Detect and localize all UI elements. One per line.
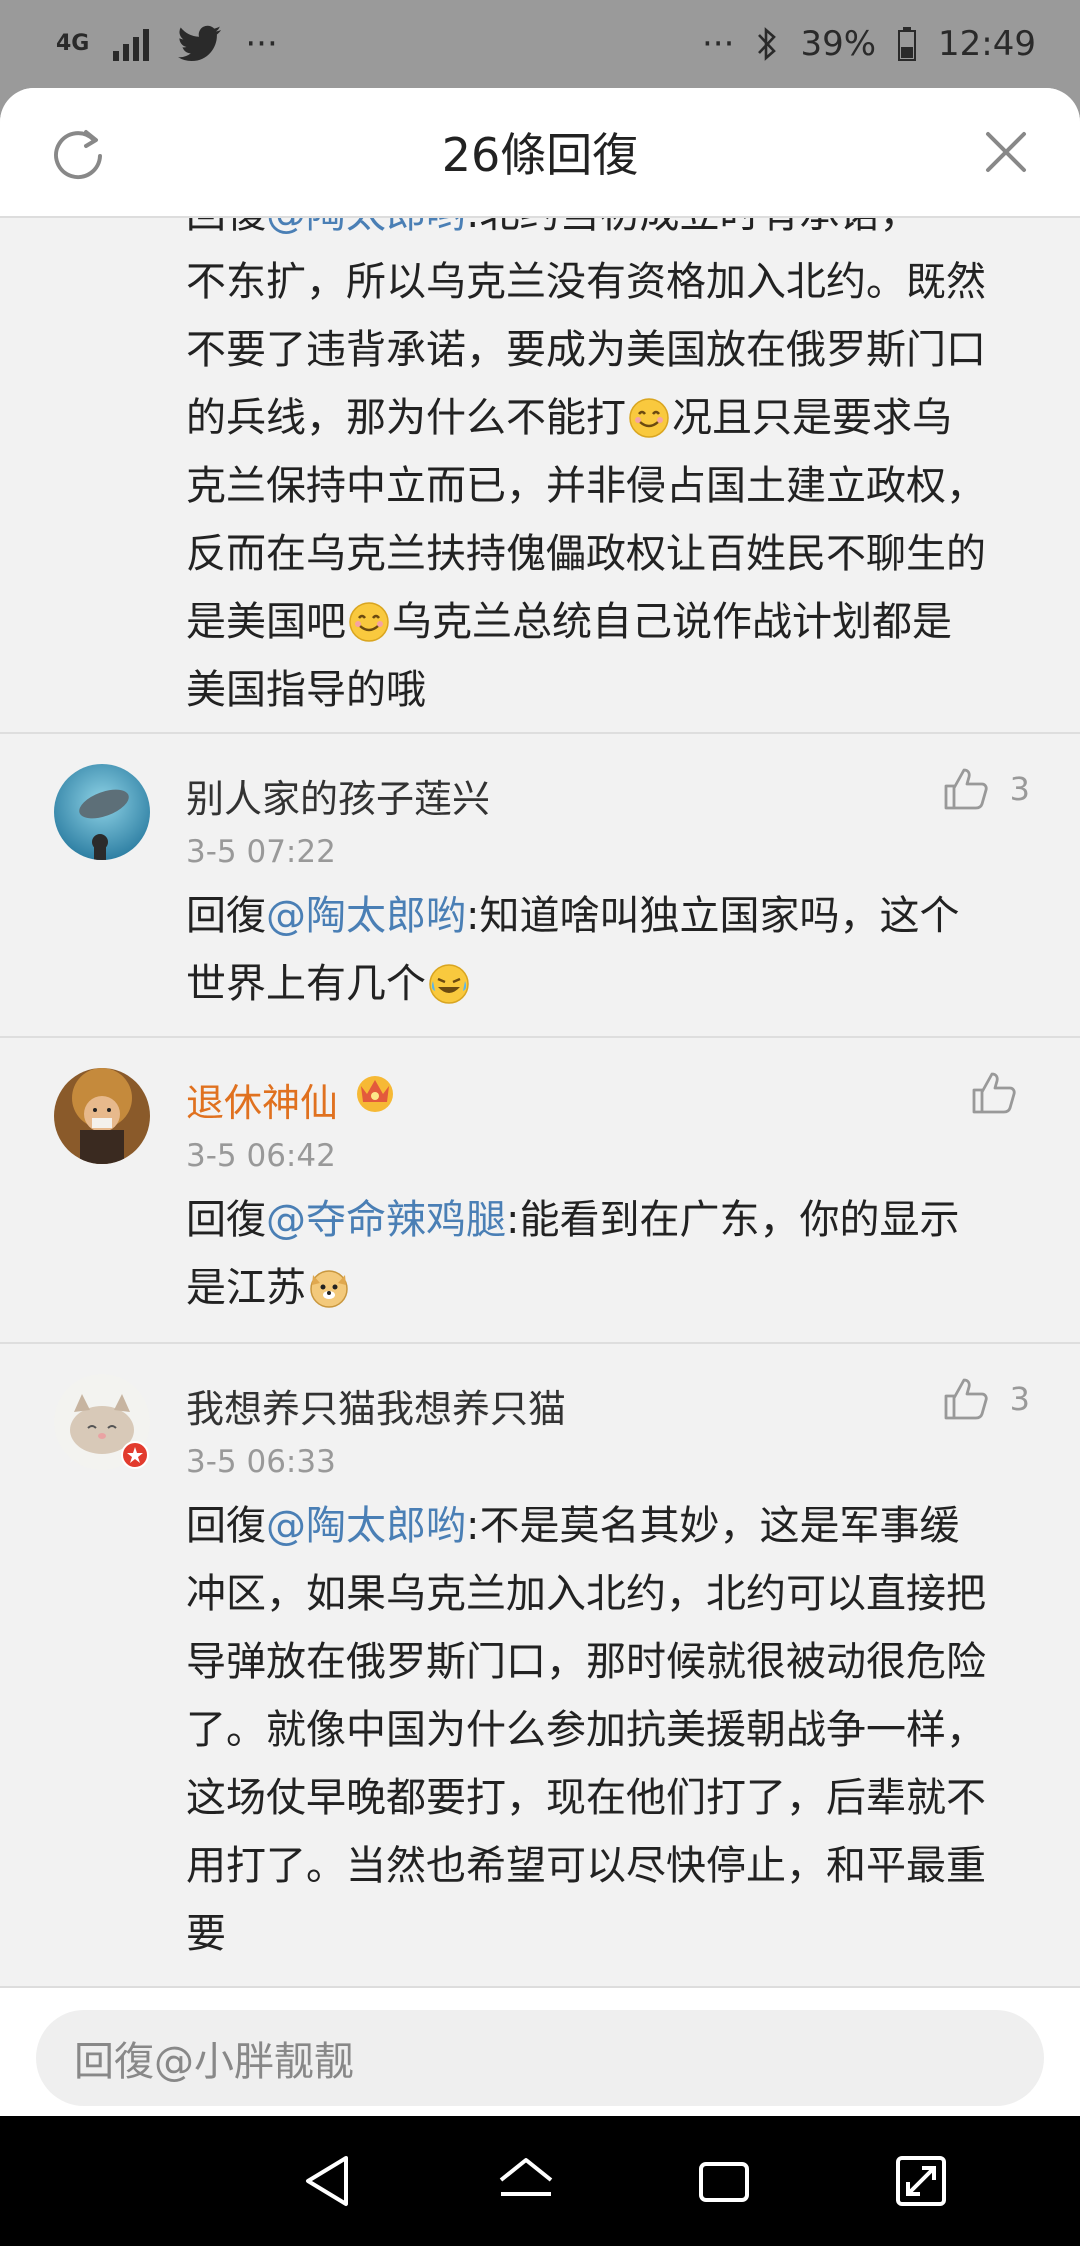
comment-body: 回復@陶太郎哟:知道啥叫独立国家吗，这个 世界上有几个 (186, 893, 960, 1007)
avatar[interactable] (54, 764, 150, 860)
partial-line-4: 克兰保持中立而已，并非侵占国土建立政权， (186, 463, 986, 509)
mention-link[interactable]: @陶太郎哟 (266, 1503, 466, 1549)
verified-badge-icon (121, 1441, 149, 1469)
close-icon[interactable] (978, 124, 1034, 180)
reply-input[interactable]: 回復@小胖靓靓 (36, 2010, 1044, 2106)
navigation-bar (0, 2116, 1080, 2246)
like-count: 3 (1009, 1380, 1030, 1418)
reply-bar: 回復@小胖靓靓 (0, 1986, 1080, 2116)
sheet-title: 26條回復 (441, 128, 639, 182)
like-count: 3 (1009, 770, 1030, 808)
mention-link[interactable]: @陶太郎哟 (266, 218, 466, 237)
recent-apps-icon[interactable] (689, 2146, 759, 2216)
replies-sheet: 26條回復 回復@陶太郎哟:北约当初成立时有承诺， 不东扩，所以乌克兰没有资格加… (0, 88, 1080, 2116)
partial-line-0: 回復@陶太郎哟:北约当初成立时有承诺， (186, 218, 1046, 248)
comment-item[interactable]: 别人家的孩子莲兴 3-5 07:22 3 回復@陶太郎哟:知道啥叫独立国家吗，这… (0, 732, 1080, 1036)
network-type: 4G (56, 31, 90, 56)
twitter-icon (178, 25, 222, 62)
comment-list[interactable]: 回復@陶太郎哟:北约当初成立时有承诺， 不东扩，所以乌克兰没有资格加入北约。既然… (0, 218, 1080, 2068)
avatar-image (54, 1068, 150, 1164)
vip-crown-icon (357, 1076, 393, 1112)
partial-line-6: 是美国吧 乌克兰总统自己说作战计划都是 (186, 599, 952, 645)
bluetooth-icon (758, 27, 777, 61)
comment-body: 回復@夺命辣鸡腿:能看到在广东，你的显示 是江苏 (186, 1197, 960, 1311)
smile-emoji-icon (629, 398, 669, 438)
laugh-cry-emoji-icon (429, 964, 469, 1004)
status-bar-left: 4G ··· (56, 24, 278, 64)
doge-emoji-icon (310, 1270, 348, 1308)
comment-author[interactable]: 退休神仙 (186, 1072, 338, 1127)
comment-item[interactable]: 我想养只猫我想养只猫 3 3-5 06:33 回復@陶太郎哟:不是莫名其妙，这是… (0, 1342, 1080, 2068)
thumbs-up-icon (944, 1378, 988, 1420)
like-button[interactable]: 3 (942, 1376, 1030, 1422)
comment-time: 3-5 07:22 (186, 834, 336, 870)
avatar[interactable] (54, 1068, 150, 1164)
comment-item[interactable]: 退休神仙 3-5 06:42 回復@夺命辣鸡腿:能看到在广东，你的显示 是江苏 (0, 1036, 1080, 1342)
sheet-header: 26條回復 (0, 88, 1080, 218)
notification-overflow: ··· (245, 24, 278, 64)
comment-time: 3-5 06:33 (186, 1444, 336, 1480)
comment-author[interactable]: 别人家的孩子莲兴 (186, 768, 490, 823)
like-button[interactable]: 3 (942, 766, 1030, 812)
avatar-image (54, 764, 150, 860)
mention-link[interactable]: @夺命辣鸡腿 (266, 1197, 506, 1243)
partial-line-5: 反而在乌克兰扶持傀儡政权让百姓民不聊生的 (186, 531, 986, 577)
partial-comment-body: 回復@陶太郎哟:北约当初成立时有承诺， 不东扩，所以乌克兰没有资格加入北约。既然… (186, 218, 1046, 724)
thumbs-up-icon (972, 1072, 1016, 1114)
mention-link[interactable]: @陶太郎哟 (266, 893, 466, 939)
status-bar: 4G ··· ··· 39% 12:49 (0, 0, 1080, 88)
thumbs-up-icon (944, 768, 988, 810)
battery-percent: 39% (800, 24, 877, 64)
signal-icon (113, 29, 150, 61)
refresh-icon[interactable] (50, 126, 106, 182)
comment-time: 3-5 06:42 (186, 1138, 336, 1174)
partial-line-1: 不东扩，所以乌克兰没有资格加入北约。既然 (186, 259, 986, 305)
like-button[interactable] (970, 1070, 1018, 1116)
expand-icon[interactable] (886, 2146, 956, 2216)
home-icon[interactable] (491, 2146, 561, 2216)
reply-input-placeholder: 回復@小胖靓靓 (74, 2039, 354, 2085)
clock: 12:49 (938, 24, 1036, 64)
partial-line-3: 的兵线，那为什么不能打 况且只是要求乌 (186, 395, 952, 441)
comment-body: 回復@陶太郎哟:不是莫名其妙，这是军事缓 冲区，如果乌克兰加入北约，北约可以直接… (186, 1503, 986, 1957)
status-overflow: ··· (702, 24, 735, 64)
status-bar-right: ··· 39% 12:49 (702, 24, 1036, 64)
back-icon[interactable] (294, 2146, 364, 2216)
battery-icon (898, 27, 917, 61)
smile-emoji-icon (349, 602, 389, 642)
avatar[interactable] (54, 1374, 150, 1470)
partial-line-7: 美国指导的哦 (186, 667, 426, 713)
comment-author[interactable]: 我想养只猫我想养只猫 (186, 1378, 566, 1433)
partial-line-2: 不要了违背承诺，要成为美国放在俄罗斯门口 (186, 327, 986, 373)
